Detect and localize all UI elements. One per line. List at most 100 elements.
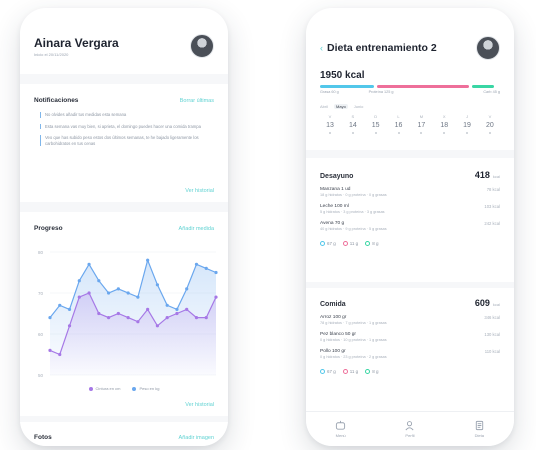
avatar[interactable] — [190, 34, 214, 58]
data-point[interactable] — [136, 295, 140, 299]
day-item[interactable]: J 19 — [457, 114, 477, 134]
add-measurement-link[interactable]: Añadir medida — [179, 226, 214, 232]
data-point[interactable] — [58, 352, 62, 357]
y-tick-label: 60 — [38, 332, 44, 337]
day-item[interactable]: M 17 — [411, 114, 431, 134]
tab-menu[interactable]: Menú — [335, 420, 346, 438]
meal-kcal: 418 kcal — [474, 170, 500, 180]
day-item[interactable]: S 14 — [343, 114, 363, 134]
user-subtitle: Inicio el 20/11/2020 — [34, 51, 69, 57]
data-point[interactable] — [106, 316, 111, 320]
tab-perfil[interactable]: Perfil — [404, 420, 415, 438]
month-tab-selected[interactable]: Mayo — [334, 103, 348, 109]
food-item[interactable]: Arroz 100 gr 78 g hidratos · 7 g proteína… — [320, 315, 500, 325]
food-item[interactable]: Avena 70 g 40 g hidratos · 9 g proteína ·… — [320, 221, 500, 231]
food-item[interactable]: Leche 100 ml 5 g hidratos · 3 g proteína … — [320, 204, 500, 214]
profile-screen: Ainara Vergara Inicio el 20/11/2020 Noti… — [20, 8, 228, 446]
data-point[interactable] — [126, 316, 130, 320]
diet-header: ‹ Dieta entrenamiento 2 1950 kcal Grasa … — [306, 8, 514, 150]
notifications-history-link[interactable]: Ver historial — [185, 188, 214, 194]
data-point[interactable] — [165, 303, 169, 307]
data-point[interactable] — [97, 311, 101, 316]
data-point[interactable] — [48, 348, 52, 352]
data-point[interactable] — [204, 266, 208, 270]
notification-item: No olvides añadir tus medidas esta seman… — [40, 112, 214, 118]
data-point[interactable] — [214, 295, 218, 299]
legend-item-cintura: Cintura en cm — [88, 386, 120, 391]
data-point[interactable] — [87, 291, 91, 295]
day-item[interactable]: V 13 — [320, 114, 340, 134]
data-point[interactable] — [48, 316, 52, 320]
macro-bar — [320, 85, 500, 88]
progress-card: Progreso Añadir medida 80 70 60 50 Cintu… — [20, 212, 228, 416]
y-tick-label: 70 — [38, 291, 44, 296]
data-point[interactable] — [146, 258, 150, 262]
data-point[interactable] — [58, 303, 62, 307]
data-point[interactable] — [126, 291, 130, 295]
diet-title: Dieta entrenamiento 2 — [327, 42, 437, 54]
data-point[interactable] — [77, 279, 81, 283]
notification-item: Esta semana vas muy bien, si aprieta, el… — [40, 123, 214, 130]
chevron-left-icon[interactable]: ‹ — [320, 43, 323, 53]
data-point[interactable] — [155, 283, 160, 287]
notifications-card: Notificaciones Borrar últimas No olvides… — [20, 84, 228, 202]
data-point[interactable] — [204, 316, 208, 320]
day-item[interactable]: V 20 — [480, 114, 500, 134]
data-point[interactable] — [146, 307, 150, 311]
avatar[interactable] — [476, 36, 500, 60]
chart-legend: Cintura en cm Peso en kg — [20, 386, 228, 391]
notifications-title: Notificaciones — [34, 97, 79, 104]
add-image-link[interactable]: Añadir imagen — [179, 435, 214, 441]
meal-card-desayuno[interactable]: Desayuno 418 kcal Manzana 1 ud 18 g hidrat… — [306, 158, 514, 282]
macro-label-carb: Carb 45 g — [483, 89, 500, 94]
data-point[interactable] — [116, 311, 120, 316]
profile-header: Ainara Vergara Inicio el 20/11/2020 — [20, 8, 228, 74]
data-point[interactable] — [175, 307, 179, 311]
day-selector: V 13 S 14 D 15 L 16 M 17 X 18 J 19 V 20 — [320, 114, 500, 134]
meal-name: Comida — [320, 301, 346, 308]
macro-bar-fat — [320, 85, 374, 88]
y-tick-label: 80 — [38, 250, 44, 255]
total-kcal: 1950 kcal — [320, 70, 365, 81]
food-item[interactable]: Pollo 100 gr 0 g hidratos · 23 g proteína… — [320, 349, 500, 359]
data-point[interactable] — [194, 262, 199, 266]
data-point[interactable] — [106, 291, 111, 295]
bottom-tab-bar: Menú Perfil Dieta — [306, 411, 514, 446]
diet-screen: ‹ Dieta entrenamiento 2 1950 kcal Grasa … — [306, 8, 514, 446]
meal-macros: 67 g 11 g 8 g — [320, 241, 500, 247]
data-point[interactable] — [214, 270, 218, 275]
data-point[interactable] — [77, 295, 81, 299]
user-icon — [405, 421, 415, 431]
data-point[interactable] — [116, 287, 120, 291]
data-point[interactable] — [165, 316, 169, 320]
month-tabs: Abril Mayo Junio — [320, 103, 500, 109]
data-point[interactable] — [87, 262, 91, 266]
y-tick-label: 50 — [38, 373, 44, 378]
photos-title: Fotos — [34, 434, 52, 441]
data-point[interactable] — [136, 320, 140, 324]
food-item[interactable]: Manzana 1 ud 18 g hidratos · 0 g proteína… — [320, 187, 500, 197]
day-item[interactable]: L 16 — [389, 114, 409, 134]
day-item[interactable]: D 15 — [366, 114, 386, 134]
month-tab[interactable]: Junio — [354, 104, 364, 109]
data-point[interactable] — [194, 316, 199, 320]
progress-history-link[interactable]: Ver historial — [185, 402, 214, 408]
data-point[interactable] — [67, 324, 72, 328]
food-item[interactable]: Pez blanco 50 gr 0 g hidratos · 10 g prot… — [320, 332, 500, 342]
meal-card-comida[interactable]: Comida 609 kcal Arroz 100 gr 78 g hidratos… — [306, 288, 514, 412]
tab-dieta[interactable]: Dieta — [474, 420, 485, 438]
clear-notifications-link[interactable]: Borrar últimas — [180, 98, 214, 104]
legend-item-peso: Peso en kg — [132, 386, 159, 391]
macro-bar-carb — [472, 85, 494, 88]
data-point[interactable] — [185, 307, 189, 311]
data-point[interactable] — [185, 287, 189, 291]
data-point[interactable] — [175, 311, 179, 316]
progress-chart: 80 70 60 50 — [38, 250, 218, 378]
data-point[interactable] — [155, 324, 160, 328]
month-tab[interactable]: Abril — [320, 104, 328, 109]
data-point[interactable] — [97, 279, 101, 283]
data-point[interactable] — [67, 307, 72, 311]
macro-label-protein: Proteína 125 g — [368, 89, 394, 94]
day-item[interactable]: X 18 — [434, 114, 454, 134]
progress-title: Progreso — [34, 225, 63, 232]
